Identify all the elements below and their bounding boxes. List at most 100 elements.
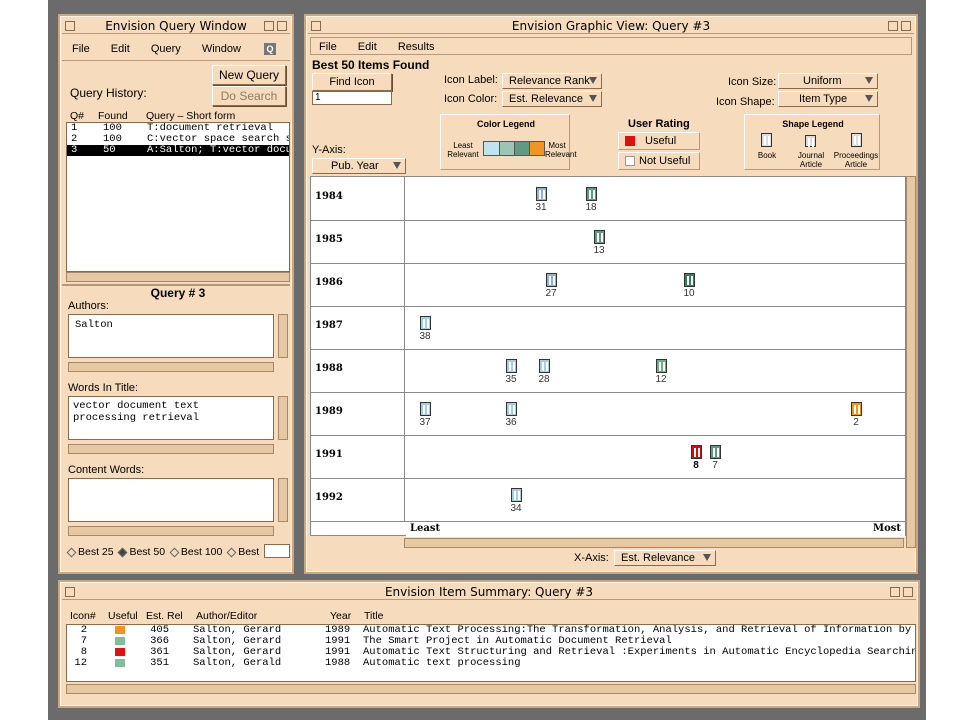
col-year: Year <box>330 610 352 622</box>
item-icon-35[interactable] <box>506 359 517 373</box>
query-window-title: Envision Query Window <box>105 19 247 33</box>
item-icon-12[interactable] <box>656 359 667 373</box>
item-icon-34[interactable] <box>511 488 522 502</box>
maximize-button[interactable] <box>277 21 287 31</box>
history-row-selected[interactable]: 3 50 A:Salton; T:vector docu <box>67 145 289 156</box>
do-search-button[interactable]: Do Search <box>212 86 286 106</box>
best-50-radio[interactable]: Best 50 <box>118 546 165 558</box>
item-icon-18[interactable] <box>586 187 597 201</box>
best-n-radio[interactable]: Best <box>226 546 259 558</box>
graphic-view-title: Envision Graphic View: Query #3 <box>511 19 711 33</box>
menu-window[interactable]: Window <box>202 43 241 55</box>
summary-titlebar[interactable]: Envision Item Summary: Query #3 <box>62 584 916 600</box>
content-words-field[interactable] <box>68 478 274 522</box>
icon-size-label: Icon Size: <box>728 76 777 88</box>
shape-proceedings-label: Proceedings Article <box>833 151 879 169</box>
window-menu-button[interactable] <box>65 587 75 597</box>
icon-size-dropdown[interactable]: Uniform <box>778 73 878 89</box>
item-icon-37[interactable] <box>420 402 431 416</box>
col-useful: Useful <box>108 610 138 622</box>
title-hscroll[interactable] <box>68 444 274 454</box>
best-25-radio[interactable]: Best 25 <box>66 546 114 558</box>
color-swatches <box>483 141 545 156</box>
item-icon-label: 28 <box>538 374 550 385</box>
window-menu-button[interactable] <box>65 21 75 31</box>
query-window-titlebar[interactable]: Envision Query Window <box>62 18 290 34</box>
icon-color-dropdown[interactable]: Est. Relevance <box>502 91 602 107</box>
graphic-view-titlebar[interactable]: Envision Graphic View: Query #3 <box>308 18 914 34</box>
maximize-button[interactable] <box>903 587 913 597</box>
menu-edit[interactable]: Edit <box>358 41 377 53</box>
authors-hscroll[interactable] <box>68 362 274 372</box>
xaxis-value: Est. Relevance <box>621 552 695 564</box>
authors-field[interactable]: Salton <box>68 314 274 358</box>
query-title: Query # 3 <box>150 286 206 300</box>
menu-results[interactable]: Results <box>398 41 435 53</box>
icon-shape-dropdown[interactable]: Item Type <box>778 91 878 107</box>
minimize-button[interactable] <box>888 21 898 31</box>
swatch-3 <box>514 142 529 155</box>
item-icon-36[interactable] <box>506 402 517 416</box>
plot-vscroll[interactable] <box>906 176 916 548</box>
shape-book-label: Book <box>757 151 777 160</box>
useful-rating-button[interactable]: Useful <box>618 132 700 150</box>
title-vscroll[interactable] <box>278 396 288 440</box>
item-icon-10[interactable] <box>684 273 695 287</box>
row-label-1987: 1987 <box>315 320 343 331</box>
swatch-4 <box>529 142 544 155</box>
window-menu-button[interactable] <box>311 21 321 31</box>
new-query-button[interactable]: New Query <box>212 65 286 85</box>
minimize-button[interactable] <box>264 21 274 31</box>
results-heading: Best 50 Items Found <box>312 58 430 72</box>
content-hscroll[interactable] <box>68 526 274 536</box>
content-vscroll[interactable] <box>278 478 288 522</box>
summary-hscroll[interactable] <box>66 684 916 694</box>
x-axis-strip: Least Most <box>406 521 905 537</box>
graphic-menubar: File Edit Results <box>310 37 912 55</box>
item-icon-13[interactable] <box>594 230 605 244</box>
yaxis-dropdown[interactable]: Pub. Year <box>312 158 406 174</box>
xaxis-dropdown[interactable]: Est. Relevance <box>614 550 716 566</box>
item-icon-27[interactable] <box>546 273 557 287</box>
item-icon-38[interactable] <box>420 316 431 330</box>
minimize-button[interactable] <box>890 587 900 597</box>
item-icon-28[interactable] <box>539 359 550 373</box>
useful-color-swatch <box>115 659 125 667</box>
item-icon-2[interactable] <box>851 402 862 416</box>
summary-icon: 12 <box>74 657 87 669</box>
best-n-field[interactable] <box>264 544 290 558</box>
summary-row[interactable]: 12 351 Salton, Gerald 1988 Automatic text pr… <box>67 658 915 669</box>
x-least-label: Least <box>410 523 441 534</box>
hist-found: 50 <box>103 144 116 156</box>
hist-col-found: Found <box>98 110 128 122</box>
summary-table: 2 405 Salton, Gerard 1989 Automatic Text Pro… <box>66 624 916 682</box>
find-icon-button[interactable]: Find Icon <box>312 73 392 91</box>
useful-swatch <box>625 136 635 146</box>
find-icon-field[interactable]: 1 <box>312 91 392 105</box>
icons-container: 31 18 13 27 10 38 35 28 12 37 36 2 8 7 34 <box>406 177 906 521</box>
col-rel: Est. Rel <box>146 610 183 622</box>
history-hscroll[interactable] <box>66 272 290 282</box>
item-icon-label: 38 <box>419 331 431 342</box>
menu-file[interactable]: File <box>72 43 90 55</box>
item-icon-31[interactable] <box>536 187 547 201</box>
menu-edit[interactable]: Edit <box>111 43 130 55</box>
summary-title: Envision Item Summary: Query #3 <box>384 585 594 599</box>
best-100-radio[interactable]: Best 100 <box>169 546 222 558</box>
content-words-label: Content Words: <box>68 464 145 476</box>
menu-file[interactable]: File <box>319 41 337 53</box>
menu-query[interactable]: Query <box>151 43 181 55</box>
history-label: Query History: <box>70 86 147 100</box>
title-words-line-1: vector document text <box>73 400 200 412</box>
shape-journal-label: Journal Article <box>797 151 825 169</box>
maximize-button[interactable] <box>901 21 911 31</box>
icon-label-dropdown[interactable]: Relevance Rank <box>502 73 602 89</box>
plot-hscroll[interactable] <box>404 538 904 548</box>
item-icon-7[interactable] <box>710 445 721 459</box>
title-words-field[interactable]: vector document text processing retrieva… <box>68 396 274 440</box>
authors-vscroll[interactable] <box>278 314 288 358</box>
not-useful-rating-button[interactable]: Not Useful <box>618 152 700 170</box>
dropdown-arrow-icon <box>865 95 873 102</box>
item-icon-8[interactable] <box>691 445 702 459</box>
q-badge[interactable]: Q <box>264 43 276 55</box>
